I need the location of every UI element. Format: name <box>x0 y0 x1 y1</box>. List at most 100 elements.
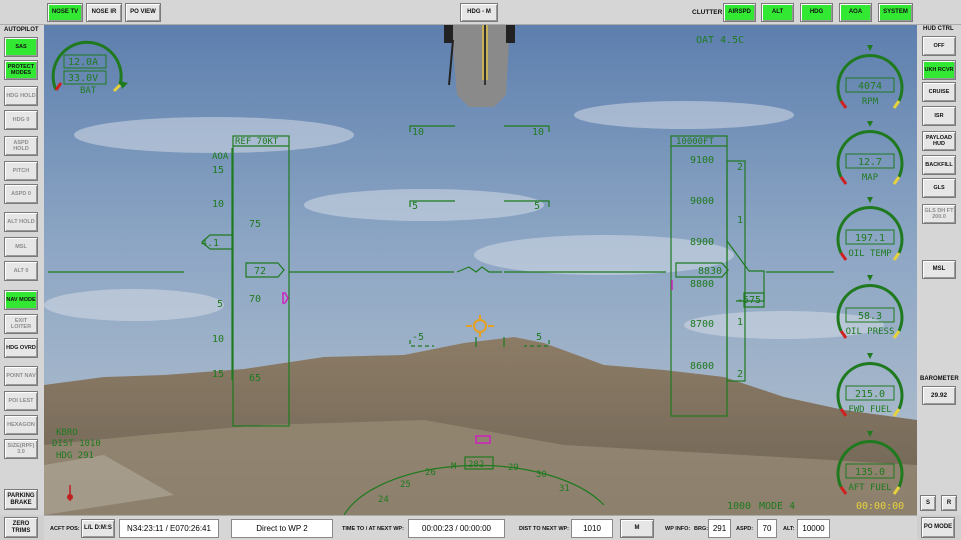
heading-tick: 25 <box>400 480 411 490</box>
status-line: KBRO <box>56 428 78 438</box>
gauge-label: FWD FUEL <box>848 405 891 415</box>
clutter-system-button[interactable]: SYSTEM <box>878 3 913 22</box>
autopilot-protect-modes-button[interactable]: PROTECT MODES <box>4 60 38 80</box>
hud-ctrl-ukh-rcvr-button[interactable]: UKH RCVR <box>922 60 956 80</box>
clutter-alt-button[interactable]: ALT <box>761 3 794 22</box>
r-button[interactable]: R <box>941 495 957 511</box>
dist-unit-button[interactable]: M <box>620 519 654 538</box>
hud-ctrl-off-button[interactable]: OFF <box>922 36 956 56</box>
autopilot-hdg-0-button[interactable]: HDG 0 <box>4 110 38 130</box>
vsi-tick: 1 <box>737 215 743 226</box>
pitch-label: -5 <box>412 332 424 343</box>
mode-readout: MODE 4 <box>759 501 795 512</box>
bat-amps: 12.0A <box>68 57 98 68</box>
hud-ctrl-gls-dh-ft-200-0-button[interactable]: GLS DH FT 200.0 <box>922 204 956 224</box>
altitude-ref: 10000FT <box>676 137 715 147</box>
dist-next-wp-label: DIST TO NEXT WP: <box>519 525 570 532</box>
clutter-aoa-button[interactable]: AOA <box>839 3 872 22</box>
pitch-label: 5 <box>534 201 540 212</box>
vsi-value: -575 <box>737 295 761 306</box>
nose-tv-button[interactable]: NOSE TV <box>47 3 83 22</box>
bat-label: BAT <box>80 86 97 96</box>
alt-tick: 8800 <box>690 279 714 290</box>
gauge-label: OIL PRESS <box>846 327 895 337</box>
hud-ctrl-payload-hud-button[interactable]: PAYLOAD HUD <box>922 131 956 151</box>
autopilot-exit-loiter-button[interactable]: EXIT LOITER <box>4 314 38 334</box>
gauge-value: 197.1 <box>855 233 885 244</box>
vsi-tick: 2 <box>737 162 743 173</box>
gauge-label: OIL TEMP <box>848 249 892 259</box>
gauge-label: AFT FUEL <box>848 483 891 493</box>
nose-ir-button[interactable]: NOSE IR <box>86 3 122 22</box>
autopilot-point-nav-button[interactable]: POINT NAV <box>4 366 38 386</box>
autopilot-hdg-ovrd-button[interactable]: HDG OVRD <box>4 338 38 358</box>
autopilot-sas-button[interactable]: SAS <box>4 37 38 57</box>
autopilot-panel: AUTOPILOT SAS PROTECT MODES HDG HOLD HDG 0 A… <box>0 25 44 515</box>
alt-field: 10000 <box>797 519 830 538</box>
barometer-field[interactable]: 29.92 <box>922 386 956 405</box>
autopilot-hexagon-button[interactable]: HEXAGON <box>4 415 38 435</box>
oat-readout: OAT 4.5C <box>696 35 744 46</box>
autopilot-pitch-button[interactable]: PITCH <box>4 161 38 181</box>
gauge-value: 12.7 <box>858 157 882 168</box>
autopilot-aspd-0-button[interactable]: ASPD 0 <box>4 184 38 204</box>
bat-volts: 33.0V <box>68 73 98 84</box>
alt-tick: 9000 <box>690 196 714 207</box>
heading-tick: 29 <box>508 463 519 473</box>
dist-next-wp-field: 1010 <box>571 519 613 538</box>
brg-field: 291 <box>708 519 731 538</box>
aoa-tick: 15 <box>212 369 224 380</box>
pitch-label: 10 <box>412 127 424 138</box>
flight-station-window: NOSE TV NOSE IR PO VIEW HDG - M CLUTTER:… <box>0 0 961 540</box>
autopilot-hdg-hold-button[interactable]: HDG HOLD <box>4 86 38 106</box>
hud-ctrl-gls-button[interactable]: GLS <box>922 178 956 198</box>
wp-info-label: WP INFO: <box>665 525 691 532</box>
alt-tick: 8600 <box>690 361 714 372</box>
gauge-value: 58.3 <box>858 311 882 322</box>
hud-ctrl-title: HUD CTRL <box>923 26 954 32</box>
brg-label: BRG: <box>694 525 709 532</box>
aoa-tick: 10 <box>212 334 224 345</box>
pitch-label: 5 <box>412 201 418 212</box>
po-mode-button[interactable]: PO MODE <box>921 517 955 538</box>
parking-brake-button[interactable]: PARKING BRAKE <box>4 489 38 510</box>
camera-viewport[interactable]: OAT 4.5C REF 70KT AOA 4.1 72 75 70 65 15… <box>44 25 917 515</box>
msl-button[interactable]: MSL <box>922 260 956 279</box>
hud-control-panel: HUD CTRL OFF UKH RCVR CRUISE ISR PAYLOAD HUD… <box>917 25 961 515</box>
autopilot-size-rpf-3-0-button[interactable]: SIZE(RPF) 3.0 <box>4 439 38 459</box>
heading-tick: M <box>451 462 457 472</box>
hud-ctrl-backfill-button[interactable]: BACKFILL <box>922 155 956 175</box>
gauge-value: 135.0 <box>855 467 885 478</box>
speed-tick: 75 <box>249 219 261 230</box>
zero-trims-button[interactable]: ZERO TRIMS <box>4 517 38 538</box>
barometer-title: BAROMETER <box>920 376 959 382</box>
autopilot-alt-hold-button[interactable]: ALT HOLD <box>4 212 38 232</box>
hud-ctrl-cruise-button[interactable]: CRUISE <box>922 82 956 102</box>
coord-format-button[interactable]: L/L D:M:S <box>81 519 115 538</box>
acft-pos-label: ACFT POS: <box>50 525 80 532</box>
alt-label: ALT: <box>783 525 795 532</box>
status-line: HDG 291 <box>56 451 94 461</box>
autopilot-nav-mode-button[interactable]: NAV MODE <box>4 290 38 310</box>
po-view-button[interactable]: PO VIEW <box>125 3 161 22</box>
autopilot-msl-button[interactable]: MSL <box>4 237 38 257</box>
heading-tick: 26 <box>425 468 436 478</box>
pitch-label: 10 <box>532 127 544 138</box>
s-button[interactable]: S <box>920 495 936 511</box>
autopilot-aspd-hold-button[interactable]: ASPD HOLD <box>4 136 38 156</box>
heading-tick: 24 <box>378 495 389 505</box>
clutter-airspd-button[interactable]: AIRSPD <box>723 3 756 22</box>
timer-readout: 00:00:00 <box>856 501 904 512</box>
gauge-label: MAP <box>862 173 879 183</box>
airspeed-ref: REF 70KT <box>235 137 279 147</box>
autopilot-poi-lest-button[interactable]: POI LEST <box>4 391 38 411</box>
acft-position-field: N34:23:11 / E070:26:41 <box>119 519 219 538</box>
clutter-hdg-button[interactable]: HDG <box>800 3 833 22</box>
hud-ctrl-isr-button[interactable]: ISR <box>922 106 956 126</box>
aspd-field: 70 <box>757 519 777 538</box>
hdg-mode-button[interactable]: HDG - M <box>460 3 498 22</box>
aoa-value: 4.1 <box>201 238 219 249</box>
gauge-label: RPM <box>862 97 879 107</box>
aoa-tick: 10 <box>212 199 224 210</box>
autopilot-alt-0-button[interactable]: ALT 0 <box>4 261 38 281</box>
